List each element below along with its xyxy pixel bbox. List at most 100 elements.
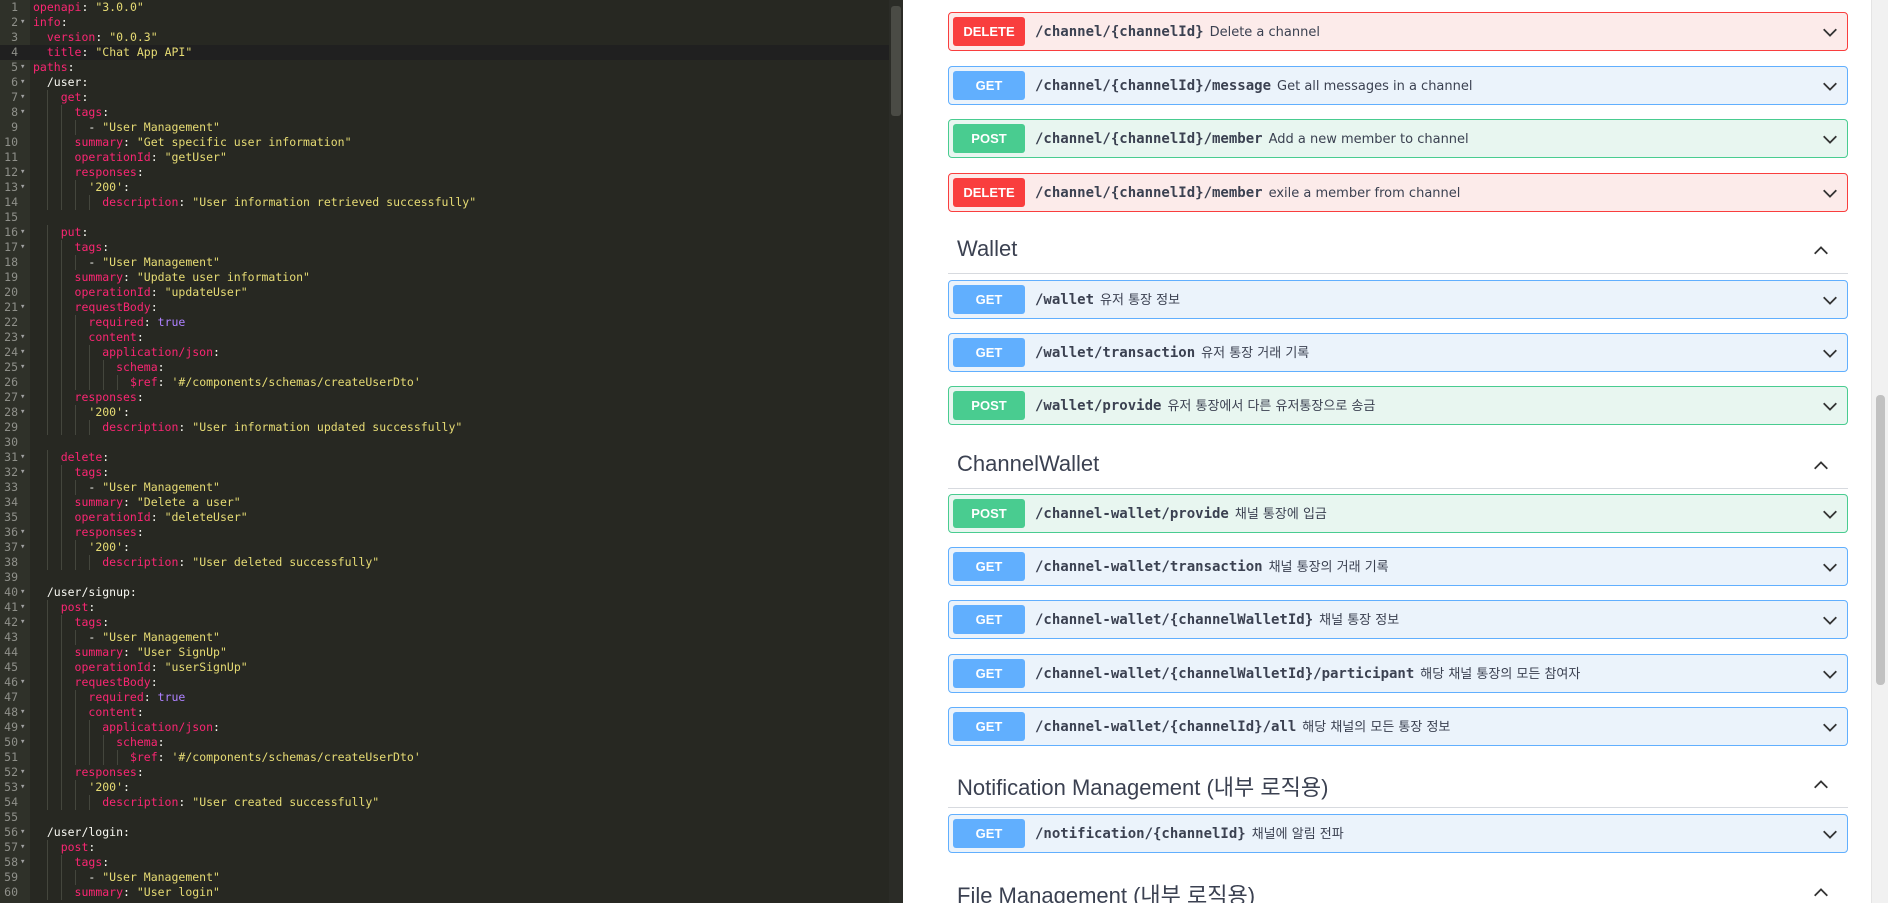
code-line[interactable]: 31 ▾ delete: [0, 450, 903, 465]
code-line[interactable]: 49 ▾ application/json: [0, 720, 903, 735]
code-line[interactable]: 2 ▾ info: [0, 15, 903, 30]
code-line[interactable]: 23 ▾ content: [0, 330, 903, 345]
chevron-down-icon[interactable] [1821, 397, 1839, 415]
code-line[interactable]: 44 summary: "User SignUp" [0, 645, 903, 660]
code-line[interactable]: 10 summary: "Get specific user informati… [0, 135, 903, 150]
chevron-down-icon[interactable] [1821, 130, 1839, 148]
code-line[interactable]: 40 ▾ /user/signup: [0, 585, 903, 600]
code-line[interactable]: 9 - "User Management" [0, 120, 903, 135]
operation-get-channel-wallet-by-id[interactable]: GET /channel-wallet/{channelWalletId} 채널 … [948, 600, 1848, 639]
chevron-down-icon[interactable] [1821, 718, 1839, 736]
fold-toggle-icon[interactable]: ▾ [20, 345, 30, 360]
swagger-scrollbar[interactable] [1871, 0, 1888, 903]
operation-post-channel-member[interactable]: POST /channel/{channelId}/member Add a ne… [948, 119, 1848, 158]
editor-scrollbar-thumb[interactable] [891, 6, 901, 116]
fold-toggle-icon[interactable]: ▾ [20, 825, 30, 840]
operation-get-notification[interactable]: GET /notification/{channelId} 채널에 알림 전파 [948, 814, 1848, 853]
fold-toggle-icon[interactable]: ▾ [20, 360, 30, 375]
operation-delete-channel-member[interactable]: DELETE /channel/{channelId}/member exile … [948, 173, 1848, 212]
code-line[interactable]: 3 version: "0.0.3" [0, 30, 903, 45]
fold-toggle-icon[interactable]: ▾ [20, 165, 30, 180]
fold-toggle-icon[interactable]: ▾ [20, 735, 30, 750]
fold-toggle-icon[interactable]: ▾ [20, 720, 30, 735]
code-line[interactable]: 55 [0, 810, 903, 825]
chevron-down-icon[interactable] [1821, 23, 1839, 41]
fold-toggle-icon[interactable]: ▾ [20, 855, 30, 870]
fold-toggle-icon[interactable]: ▾ [20, 90, 30, 105]
operation-get-wallet[interactable]: GET /wallet 유저 통장 정보 [948, 280, 1848, 319]
chevron-down-icon[interactable] [1821, 77, 1839, 95]
yaml-editor[interactable]: 1 openapi: "3.0.0" 2 ▾ info: 3 version: "0.0.… [0, 0, 903, 903]
fold-toggle-icon[interactable]: ▾ [20, 780, 30, 795]
code-line[interactable]: 58 ▾ tags: [0, 855, 903, 870]
code-line[interactable]: 5 ▾ paths: [0, 60, 903, 75]
section-wallet[interactable]: Wallet [948, 228, 1848, 274]
code-line[interactable]: 24 ▾ application/json: [0, 345, 903, 360]
code-line[interactable]: 6 ▾ /user: [0, 75, 903, 90]
code-line[interactable]: 37 ▾ '200': [0, 540, 903, 555]
code-line[interactable]: 12 ▾ responses: [0, 165, 903, 180]
code-line[interactable]: 18 - "User Management" [0, 255, 903, 270]
code-line[interactable]: 11 operationId: "getUser" [0, 150, 903, 165]
swagger-scrollbar-thumb[interactable] [1876, 395, 1885, 685]
chevron-down-icon[interactable] [1821, 558, 1839, 576]
code-line[interactable]: 22 required: true [0, 315, 903, 330]
operation-delete-channel[interactable]: DELETE /channel/{channelId} Delete a chan… [948, 12, 1848, 51]
code-line[interactable]: 34 summary: "Delete a user" [0, 495, 903, 510]
fold-toggle-icon[interactable]: ▾ [20, 675, 30, 690]
code-line[interactable]: 26 $ref: '#/components/schemas/createUse… [0, 375, 903, 390]
chevron-down-icon[interactable] [1821, 825, 1839, 843]
code-line[interactable]: 20 operationId: "updateUser" [0, 285, 903, 300]
operation-get-channel-wallet-all[interactable]: GET /channel-wallet/{channelId}/all 해당 채널… [948, 707, 1848, 746]
chevron-up-icon[interactable] [1812, 884, 1830, 902]
code-line[interactable]: 21 ▾ requestBody: [0, 300, 903, 315]
fold-toggle-icon[interactable]: ▾ [20, 615, 30, 630]
fold-toggle-icon[interactable]: ▾ [20, 450, 30, 465]
code-line[interactable]: 59 - "User Management" [0, 870, 903, 885]
fold-toggle-icon[interactable]: ▾ [20, 405, 30, 420]
operation-get-channel-message[interactable]: GET /channel/{channelId}/message Get all … [948, 66, 1848, 105]
code-line[interactable]: 32 ▾ tags: [0, 465, 903, 480]
operation-post-channel-wallet-provide[interactable]: POST /channel-wallet/provide 채널 통장에 입금 [948, 494, 1848, 533]
fold-toggle-icon[interactable]: ▾ [20, 525, 30, 540]
fold-toggle-icon[interactable]: ▾ [20, 705, 30, 720]
code-line[interactable]: 41 ▾ post: [0, 600, 903, 615]
fold-toggle-icon[interactable]: ▾ [20, 105, 30, 120]
section-channel-wallet[interactable]: ChannelWallet [948, 443, 1848, 489]
chevron-up-icon[interactable] [1812, 457, 1830, 475]
code-line[interactable]: 17 ▾ tags: [0, 240, 903, 255]
code-line[interactable]: 27 ▾ responses: [0, 390, 903, 405]
fold-toggle-icon[interactable]: ▾ [20, 585, 30, 600]
chevron-up-icon[interactable] [1812, 242, 1830, 260]
code-line[interactable]: 7 ▾ get: [0, 90, 903, 105]
fold-toggle-icon[interactable]: ▾ [20, 465, 30, 480]
chevron-down-icon[interactable] [1821, 505, 1839, 523]
code-line[interactable]: 57 ▾ post: [0, 840, 903, 855]
chevron-up-icon[interactable] [1812, 776, 1830, 794]
code-line[interactable]: 36 ▾ responses: [0, 525, 903, 540]
code-line[interactable]: 60 summary: "User login" [0, 885, 903, 900]
code-line[interactable]: 43 - "User Management" [0, 630, 903, 645]
fold-toggle-icon[interactable]: ▾ [20, 75, 30, 90]
code-line[interactable]: 19 summary: "Update user information" [0, 270, 903, 285]
code-line[interactable]: 14 description: "User information retrie… [0, 195, 903, 210]
fold-toggle-icon[interactable]: ▾ [20, 60, 30, 75]
operation-post-wallet-provide[interactable]: POST /wallet/provide 유저 통장에서 다른 유저통장으로 송금 [948, 386, 1848, 425]
fold-toggle-icon[interactable]: ▾ [20, 300, 30, 315]
fold-toggle-icon[interactable]: ▾ [20, 225, 30, 240]
fold-toggle-icon[interactable]: ▾ [20, 540, 30, 555]
chevron-down-icon[interactable] [1821, 611, 1839, 629]
chevron-down-icon[interactable] [1821, 291, 1839, 309]
chevron-down-icon[interactable] [1821, 344, 1839, 362]
code-line[interactable]: 46 ▾ requestBody: [0, 675, 903, 690]
code-line[interactable]: 52 ▾ responses: [0, 765, 903, 780]
section-notification-management[interactable]: Notification Management (내부 로직용) [948, 762, 1848, 808]
code-line[interactable]: 38 description: "User deleted successful… [0, 555, 903, 570]
code-line[interactable]: 25 ▾ schema: [0, 360, 903, 375]
code-line[interactable]: 33 - "User Management" [0, 480, 903, 495]
fold-toggle-icon[interactable]: ▾ [20, 765, 30, 780]
code-line[interactable]: 28 ▾ '200': [0, 405, 903, 420]
operation-get-wallet-transaction[interactable]: GET /wallet/transaction 유저 통장 거래 기록 [948, 333, 1848, 372]
fold-toggle-icon[interactable]: ▾ [20, 600, 30, 615]
code-line[interactable]: 48 ▾ content: [0, 705, 903, 720]
